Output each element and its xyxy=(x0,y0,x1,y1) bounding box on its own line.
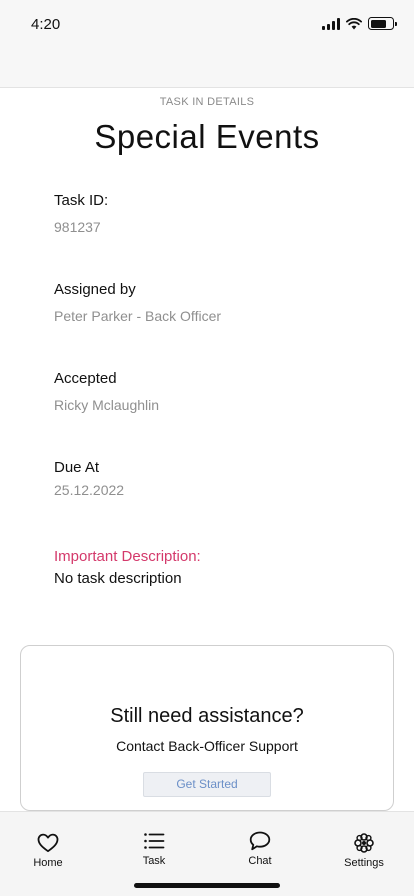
page-title: Special Events xyxy=(94,118,320,155)
description-field: Important Description: No task descripti… xyxy=(54,547,374,589)
tab-settings-label: Settings xyxy=(344,857,384,869)
status-time: 4:20 xyxy=(31,16,61,33)
support-title: Still need assistance? xyxy=(110,705,304,727)
page-eyebrow: TASK IN DETAILS xyxy=(159,96,255,108)
accepted-field: Accepted Ricky Mclaughlin xyxy=(54,369,374,415)
home-indicator xyxy=(134,883,280,888)
chat-bubble-icon xyxy=(249,831,271,851)
task-id-field: Task ID: 981237 xyxy=(54,191,374,237)
battery-icon xyxy=(368,17,397,30)
list-icon xyxy=(144,833,165,849)
cellular-signal-icon xyxy=(322,17,340,30)
due-at-value: 25.12.2022 xyxy=(54,482,125,498)
description-value: No task description xyxy=(54,570,182,587)
support-subtitle: Contact Back-Officer Support xyxy=(116,738,298,754)
assigned-by-label: Assigned by xyxy=(54,281,136,298)
due-at-field: Due At 25.12.2022 xyxy=(54,458,374,500)
status-icons xyxy=(322,17,397,30)
tab-home-label: Home xyxy=(33,857,63,869)
tab-task-label: Task xyxy=(142,855,166,867)
wifi-icon xyxy=(346,17,362,29)
tab-home[interactable]: Home xyxy=(8,833,88,869)
tab-chat[interactable]: Chat xyxy=(220,831,300,867)
assigned-by-value: Peter Parker - Back Officer xyxy=(54,308,222,324)
description-label: Important Description: xyxy=(54,548,201,565)
status-bar: 4:20 xyxy=(0,0,414,88)
accepted-label: Accepted xyxy=(54,370,117,387)
tab-task[interactable]: Task xyxy=(114,831,194,867)
task-id-label: Task ID: xyxy=(54,192,109,209)
due-at-label: Due At xyxy=(54,459,100,476)
heart-icon xyxy=(37,833,59,853)
task-id-value: 981237 xyxy=(54,219,101,235)
flower-icon xyxy=(354,833,374,853)
get-started-button[interactable]: Get Started xyxy=(143,772,271,797)
support-card: Still need assistance? Contact Back-Offi… xyxy=(20,645,394,811)
assigned-by-field: Assigned by Peter Parker - Back Officer xyxy=(54,280,374,326)
tab-bar: Home Task Chat Settings xyxy=(0,811,414,896)
accepted-value: Ricky Mclaughlin xyxy=(54,397,160,413)
tab-chat-label: Chat xyxy=(248,855,272,867)
tab-settings[interactable]: Settings xyxy=(324,833,404,869)
